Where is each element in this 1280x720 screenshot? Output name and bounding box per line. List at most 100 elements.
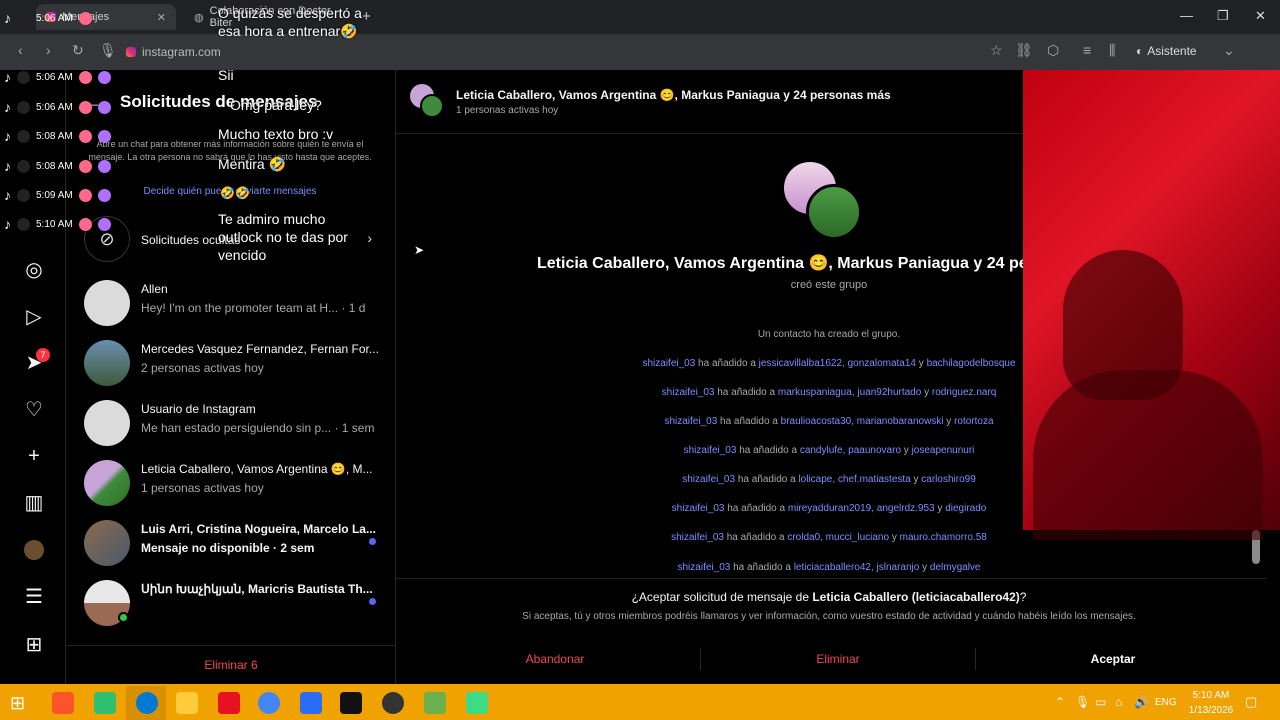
user-link[interactable]: delmygalve — [930, 562, 981, 573]
user-link[interactable]: bachilagodelbosque — [927, 358, 1016, 369]
users-link[interactable]: lolicape, chef.matiastesta — [798, 474, 910, 485]
actor-link[interactable]: shizaifei_03 — [642, 358, 695, 369]
language-indicator[interactable]: ENG — [1155, 697, 1177, 708]
obs-icon[interactable] — [382, 692, 404, 714]
tray-chevron-icon[interactable]: ⌃ — [1055, 695, 1065, 709]
reels-icon[interactable]: ▷ — [20, 302, 48, 330]
close-window-icon[interactable]: ✕ — [1255, 8, 1266, 24]
heart-icon[interactable]: ♡ — [20, 395, 48, 423]
app-icon[interactable] — [424, 692, 446, 714]
user-link[interactable]: rodriguez.narq — [932, 387, 996, 398]
actor-link[interactable]: shizaifei_03 — [672, 503, 725, 514]
list-item[interactable]: Luis Arri, Cristina Nogueira, Marcelo La… — [84, 516, 384, 572]
conversation-activity: 1 personas activas hoy — [456, 105, 559, 116]
conj-text: y — [889, 532, 900, 543]
gem-icon — [97, 188, 111, 202]
actor-link[interactable]: shizaifei_03 — [678, 562, 731, 573]
list-item[interactable]: Mercedes Vasquez Fernandez, Fernan For..… — [84, 336, 384, 392]
chat-row: ♪ 5:09 AM — [4, 187, 111, 203]
user-avatar — [17, 100, 30, 114]
user-link[interactable]: carloshiro99 — [921, 474, 975, 485]
gem-icon — [97, 159, 111, 173]
user-link[interactable]: rotortoza — [954, 416, 993, 427]
clock-date[interactable]: 1/13/2026 — [1184, 705, 1238, 716]
edge-icon[interactable] — [136, 692, 158, 714]
actor-link[interactable]: shizaifei_03 — [684, 445, 737, 456]
chat-message: O quizás se despertó a esa hora a entren… — [218, 5, 362, 39]
list-item[interactable]: Allen Hey! I'm on the promoter team at H… — [84, 276, 384, 332]
minimize-icon[interactable]: — — [1180, 8, 1193, 23]
accept-info: Si aceptas, tú y otros miembros podréis … — [522, 611, 1136, 622]
assistant-button[interactable]: ◐ Asistente — [1136, 44, 1197, 58]
users-link[interactable]: crolda0, mucci_luciano — [787, 532, 889, 543]
assistant-label: Asistente — [1147, 44, 1197, 58]
accept-question: ¿Aceptar solicitud de mensaje de Leticia… — [396, 590, 1262, 604]
network-icon[interactable]: ⌂ — [1115, 695, 1122, 709]
dashboard-icon[interactable]: ▥ — [20, 488, 48, 516]
requester-name: Leticia Caballero (leticiacaballero42) — [812, 590, 1020, 604]
chat-time: 5:08 AM — [36, 130, 73, 142]
question-end: ? — [1019, 590, 1027, 604]
list-item[interactable]: Usuario de Instagram Me han estado persi… — [84, 396, 384, 452]
audio-wave-icon[interactable]: ⫼ — [1109, 42, 1115, 59]
tiktok-icon[interactable] — [340, 692, 362, 714]
actor-link[interactable]: shizaifei_03 — [662, 387, 715, 398]
profile-avatar[interactable] — [20, 536, 48, 564]
users-link[interactable]: leticiacaballero42, jslnaranjo — [794, 562, 920, 573]
delete-button[interactable]: Eliminar — [701, 652, 975, 666]
folder-icon[interactable] — [176, 692, 198, 714]
tiktok-icon: ♪ — [4, 99, 11, 115]
badge-icon — [78, 100, 92, 114]
badge-icon — [78, 129, 92, 143]
list-item[interactable]: Սինո Խաչիկյան, Maricris Bautista Th... — [84, 576, 384, 632]
chat-row: ♪ 5:08 AM — [4, 128, 111, 144]
menu-lines-icon[interactable]: ≡ — [1083, 42, 1091, 58]
volume-icon[interactable]: 🔊 — [1134, 695, 1149, 709]
verb-text: ha añadido a — [695, 358, 759, 369]
chat-row: ♪ 5:06 AM — [4, 10, 92, 26]
users-link[interactable]: braulioacosta30, marianobaranowski — [781, 416, 944, 427]
apps-grid-icon[interactable]: ⊞ — [20, 630, 48, 658]
bookmark-star-icon[interactable]: ☆ — [990, 42, 1003, 59]
create-icon[interactable]: + — [20, 442, 48, 470]
battery-icon[interactable]: ▭ — [1095, 695, 1106, 709]
maximize-icon[interactable]: ❐ — [1217, 8, 1229, 24]
users-link[interactable]: mireyadduran2019, angelrdz.953 — [788, 503, 935, 514]
app-icon[interactable] — [94, 692, 116, 714]
clock-time[interactable]: 5:10 AM — [1186, 690, 1236, 701]
user-link[interactable]: diegirado — [945, 503, 986, 514]
gem-icon — [97, 129, 111, 143]
row-sub: Me han estado persiguiendo sin p... · 1 … — [141, 421, 375, 435]
leave-button[interactable]: Abandonar — [396, 652, 714, 666]
actor-link[interactable]: shizaifei_03 — [671, 532, 724, 543]
extensions-icon[interactable]: ⬡ — [1047, 42, 1059, 59]
users-link[interactable]: jessicavillalba1622, gonzalomata14 — [759, 358, 916, 369]
link-icon[interactable]: ⛓ — [1015, 42, 1033, 59]
tiktok-icon: ♪ — [4, 158, 11, 174]
user-link[interactable]: joseapenunuri — [912, 445, 975, 456]
chevron-down-icon[interactable]: ⌄ — [1223, 42, 1235, 59]
windows-start-icon[interactable]: ⊞ — [10, 693, 25, 714]
more-menu-icon[interactable]: ☰ — [20, 582, 48, 610]
conj-text: y — [916, 358, 927, 369]
chrome-icon[interactable] — [258, 692, 280, 714]
microphone-icon[interactable]: 🎙 — [1075, 695, 1090, 709]
user-link[interactable]: mauro.chamorro.58 — [900, 532, 987, 543]
notifications-icon[interactable]: ▢ — [1245, 694, 1257, 710]
users-link[interactable]: candylufe, paaunovaro — [800, 445, 901, 456]
verb-text: ha añadido a — [730, 562, 794, 573]
delete-all-button[interactable]: Eliminar 6 — [66, 658, 396, 672]
users-link[interactable]: markuspaniagua, juan92hurtado — [778, 387, 921, 398]
actor-link[interactable]: shizaifei_03 — [682, 474, 735, 485]
list-item[interactable]: Leticia Caballero, Vamos Argentina 😊, M.… — [84, 456, 384, 512]
badge-icon — [78, 217, 92, 231]
row-sub: Mensaje no disponible · 2 sem — [141, 541, 315, 555]
brave-icon[interactable] — [52, 692, 74, 714]
badge-icon — [78, 188, 92, 202]
actor-link[interactable]: shizaifei_03 — [664, 416, 717, 427]
accept-button[interactable]: Aceptar — [976, 652, 1250, 666]
app-icon[interactable] — [300, 692, 322, 714]
app-icon[interactable] — [218, 692, 240, 714]
android-icon[interactable] — [466, 692, 488, 714]
button-row — [396, 644, 1262, 645]
